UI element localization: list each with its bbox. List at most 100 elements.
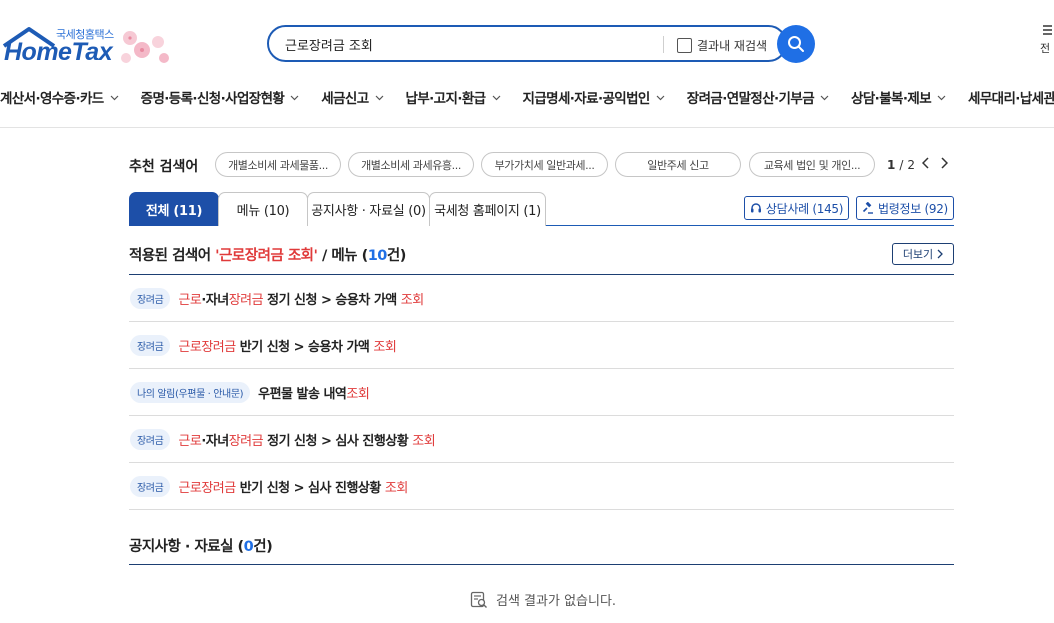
all-menu-label: 전 — [1040, 42, 1051, 55]
research-label: 결과내 재검색 — [697, 38, 768, 53]
law-info-button[interactable]: 법령정보 (92) — [856, 196, 954, 220]
result-link[interactable]: 근로장려금 반기 신청 > 승용차 가액 조회 — [178, 336, 396, 355]
research-toggle[interactable]: 결과내 재검색 — [677, 36, 767, 54]
menu-section-prefix: 적용된 검색어 — [129, 248, 216, 264]
category-badge: 장려금 — [130, 475, 171, 497]
search-button[interactable] — [777, 25, 815, 63]
headset-icon — [750, 203, 761, 213]
result-row[interactable]: 장려금 근로·자녀장려금 정기 신청 > 승용차 가액 조회 — [129, 275, 954, 322]
nav-item[interactable]: 세금신고 — [321, 86, 383, 108]
consult-cases-label: 상담사례 (145) — [765, 201, 844, 216]
header: 국세청홈택스 HomeTax 결과내 재검색 전 — [0, 0, 1054, 128]
recommend-chip[interactable]: 개별소비세 과세물품... — [215, 152, 341, 177]
menu-count: 10 — [367, 248, 388, 264]
empty-result: 검색 결과가 없습니다. — [470, 590, 616, 609]
category-badge: 장려금 — [130, 428, 171, 450]
result-text: 정기 신청 > 승용차 가액 — [263, 292, 401, 308]
law-info-label: 법령정보 (92) — [878, 201, 948, 216]
result-row[interactable]: 장려금 근로장려금 반기 신청 > 승용차 가액 조회 — [129, 322, 954, 369]
result-text: 반기 신청 > 심사 진행상황 — [235, 480, 385, 496]
result-link[interactable]: 우편물 발송 내역조회 — [258, 383, 370, 402]
tab-all[interactable]: 전체 (11) — [129, 192, 219, 226]
nav-item-label: 계산서·영수증·카드 — [0, 91, 104, 107]
nav-item-label: 세금신고 — [321, 91, 369, 107]
nav-item[interactable]: 장려금·연말정산·기부금 — [687, 86, 829, 108]
highlighted-term: 조회 — [373, 339, 397, 355]
result-link[interactable]: 근로·자녀장려금 정기 신청 > 심사 진행상황 조회 — [178, 430, 435, 449]
recommend-chip[interactable]: 일반주세 신고 — [615, 152, 741, 177]
applied-search-term: '근로장려금 조회' — [215, 248, 318, 264]
highlighted-term: 조회 — [346, 386, 370, 402]
menu-section-title: 적용된 검색어 '근로장려금 조회' / 메뉴 (10건) — [129, 244, 406, 265]
chevron-left-icon[interactable] — [919, 157, 933, 172]
logo-title: HomeTax — [4, 38, 113, 66]
nav-item[interactable]: 증명·등록·신청·사업장현황 — [141, 86, 300, 108]
pager-current: 1 — [887, 157, 896, 172]
more-button[interactable]: 더보기 — [892, 243, 954, 265]
nav-item-label: 세무대리·납세관 — [968, 91, 1054, 107]
main-navigation: 계산서·영수증·카드 증명·등록·신청·사업장현황 세금신고 납부·고지·환급 지급명세… — [0, 86, 1054, 108]
chevron-down-icon — [110, 89, 119, 105]
recommended-keywords: 추천 검색어 개별소비세 과세물품... 개별소비세 과세유흥... 부가가치세… — [129, 152, 954, 178]
result-text: ·자녀 — [201, 433, 229, 449]
notice-section-title: 공지사항 · 자료실 (0건) — [129, 535, 273, 556]
search-divider — [663, 36, 664, 53]
highlighted-term: 근로장려금 — [178, 480, 236, 496]
result-row[interactable]: 나의 알림(우편물 · 안내문) 우편물 발송 내역조회 — [129, 369, 954, 416]
highlighted-term: 근로장려금 — [178, 339, 236, 355]
recommend-chip[interactable]: 교육세 법인 및 개인... — [749, 152, 875, 177]
nav-item-label: 상담·불복·제보 — [851, 91, 932, 107]
nav-item-label: 납부·고지·환급 — [405, 91, 487, 107]
category-badge: 나의 알림(우편물 · 안내문) — [130, 381, 251, 403]
search-document-icon — [470, 591, 487, 608]
notice-count: 0 — [243, 539, 254, 555]
highlighted-term: 근로 — [178, 433, 202, 449]
notice-section-prefix: 공지사항 · 자료실 ( — [129, 539, 244, 555]
menu-section-suffix: 건) — [386, 248, 406, 264]
chevron-down-icon — [492, 89, 501, 105]
research-checkbox[interactable] — [677, 37, 692, 53]
chevron-right-icon[interactable] — [937, 157, 951, 172]
result-link[interactable]: 근로·자녀장려금 정기 신청 > 승용차 가액 조회 — [178, 289, 424, 308]
tab-notice[interactable]: 공지사항 · 자료실 (0) — [307, 192, 430, 226]
nav-item[interactable]: 상담·불복·제보 — [851, 86, 946, 108]
nav-item[interactable]: 지급명세·자료·공익법인 — [523, 86, 665, 108]
consult-cases-button[interactable]: 상담사례 (145) — [744, 196, 849, 220]
result-row[interactable]: 장려금 근로장려금 반기 신청 > 심사 진행상황 조회 — [129, 463, 954, 510]
category-badge: 장려금 — [130, 287, 171, 309]
result-text: ·자녀 — [201, 292, 229, 308]
highlighted-term: 장려금 — [228, 292, 264, 308]
chevron-down-icon — [937, 89, 946, 105]
section-divider — [129, 564, 954, 565]
hamburger-icon — [1043, 25, 1052, 35]
nav-item-label: 증명·등록·신청·사업장현황 — [140, 91, 285, 107]
nav-item-label: 장려금·연말정산·기부금 — [686, 91, 815, 107]
tab-menu[interactable]: 메뉴 (10) — [218, 192, 308, 226]
highlighted-term: 조회 — [384, 480, 408, 496]
tab-nts-homepage[interactable]: 국세청 홈페이지 (1) — [429, 192, 546, 226]
category-badge: 장려금 — [130, 334, 171, 356]
result-row[interactable]: 장려금 근로·자녀장려금 정기 신청 > 심사 진행상황 조회 — [129, 416, 954, 463]
nav-item[interactable]: 납부·고지·환급 — [406, 86, 501, 108]
search-box: 결과내 재검색 — [267, 25, 787, 62]
recommend-chip[interactable]: 부가가치세 일반과세... — [481, 152, 608, 177]
highlighted-term: 장려금 — [228, 433, 264, 449]
recommend-chip[interactable]: 개별소비세 과세유흥... — [348, 152, 474, 177]
search-icon — [788, 36, 804, 52]
result-tabs: 전체 (11) 메뉴 (10) 공지사항 · 자료실 (0) 국세청 홈페이지 … — [129, 192, 954, 226]
pager-total: 2 — [907, 157, 916, 172]
notice-section-suffix: 건) — [253, 539, 273, 555]
result-link[interactable]: 근로장려금 반기 신청 > 심사 진행상황 조회 — [178, 477, 408, 496]
nav-item[interactable]: 계산서·영수증·카드 — [0, 86, 119, 108]
result-text: 반기 신청 > 승용차 가액 — [235, 339, 374, 355]
recommended-label: 추천 검색어 — [129, 159, 199, 175]
menu-section-mid: / 메뉴 ( — [317, 248, 368, 264]
search-input[interactable] — [285, 35, 645, 53]
nav-item[interactable]: 세무대리·납세관 — [968, 86, 1054, 108]
gavel-icon — [862, 202, 874, 214]
highlighted-term: 조회 — [412, 433, 436, 449]
hometax-logo[interactable]: 국세청홈택스 HomeTax — [0, 22, 180, 72]
all-menu-button[interactable]: 전 — [1040, 24, 1054, 56]
chevron-down-icon — [820, 89, 829, 105]
pager-separator: / — [899, 157, 904, 172]
